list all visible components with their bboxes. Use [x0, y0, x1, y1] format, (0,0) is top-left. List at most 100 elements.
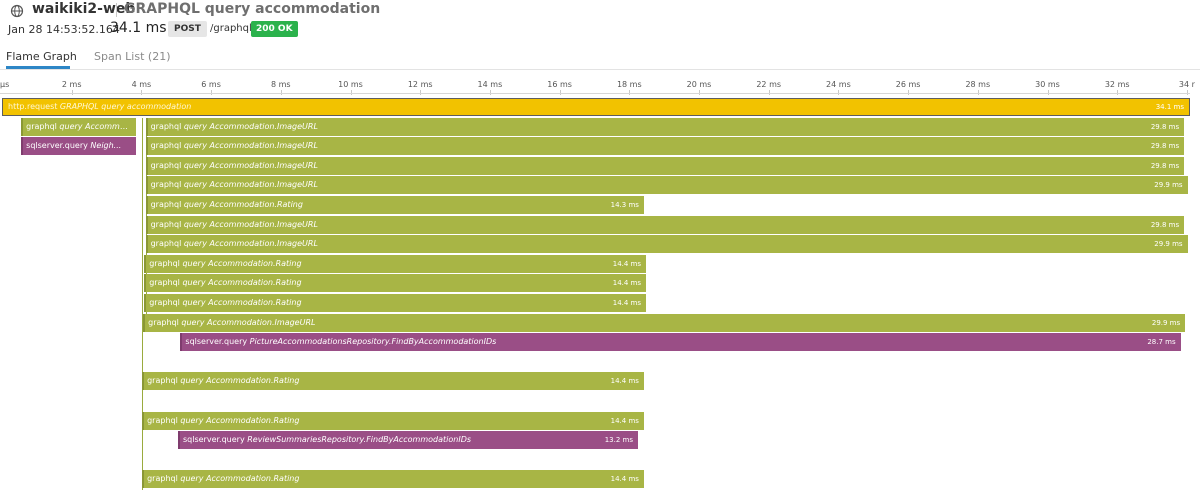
- sqlserver-span[interactable]: sqlserver.query Neigh...: [21, 137, 137, 156]
- span-edge: [177, 431, 180, 450]
- span-operation: graphql: [149, 278, 183, 288]
- service-name[interactable]: waikiki2-web: [32, 1, 135, 17]
- span-resource: ReviewSummariesRepository.FindByAccommod…: [247, 435, 472, 445]
- tab-span-list[interactable]: Span List (21): [94, 50, 170, 63]
- span-edge: [180, 333, 183, 352]
- axis-tick-label: 24 ms: [826, 80, 851, 89]
- span-resource: PictureAccommodationsRepository.FindByAc…: [249, 337, 497, 347]
- span-edge: [145, 117, 148, 136]
- axis-tick-label: 28 ms: [965, 80, 991, 89]
- span-label: graphql query Accommodation.Rating: [147, 412, 604, 430]
- graphql-span[interactable]: graphql query Accommodation.ImageURL 29.9…: [145, 235, 1188, 254]
- span-edge: [144, 254, 147, 273]
- span-edge: [145, 215, 148, 234]
- resource-name: GRAPHQL query accommodation: [124, 1, 381, 17]
- span-operation: graphql: [150, 239, 184, 249]
- axis-tick-label: 16 ms: [547, 80, 572, 89]
- span-label: graphql query Accommodation.Rating: [149, 294, 606, 312]
- span-duration: 14.4 ms: [612, 259, 642, 268]
- span-edge: [142, 411, 145, 430]
- sqlserver-span[interactable]: sqlserver.query PictureAccommodationsRep…: [180, 333, 1181, 352]
- span-label: graphql query Accommodation.Rating: [151, 196, 604, 214]
- axis-tick-label: 8 ms: [271, 80, 291, 89]
- span-operation: graphql: [147, 376, 181, 386]
- axis-tick-label: 18 ms: [616, 80, 642, 89]
- graphql-span[interactable]: graphql query Accommodation.ImageURL 29.8…: [145, 215, 1185, 234]
- span-operation: graphql: [150, 121, 184, 131]
- span-resource: query Accommodation.Rating: [183, 200, 303, 209]
- span-operation: graphql: [147, 415, 181, 425]
- graphql-span[interactable]: graphql query Accommodation.Rating 14.4 m…: [142, 470, 644, 489]
- span-label: graphql query Accommodation.ImageURL: [151, 216, 1145, 234]
- hierarchy-guide-line: [142, 117, 144, 490]
- span-resource: query Accommodation.Rating: [180, 474, 300, 484]
- span-edge: [144, 274, 147, 293]
- axis-tick-label: 34 r: [1178, 80, 1195, 89]
- span-label: graphql query Accommodation.ImageURL: [151, 235, 1148, 253]
- span-label: graphql query Accommodation.ImageURL: [151, 137, 1145, 155]
- span-operation: graphql: [150, 200, 184, 209]
- axis-tick-label: 14 ms: [477, 80, 503, 89]
- span-label: graphql query Accommodation.ImageURL: [151, 118, 1145, 136]
- span-duration: 34.1 ms: [1155, 103, 1184, 111]
- span-duration: 29.9 ms: [1154, 181, 1183, 190]
- graphql-span[interactable]: graphql query Accommodation.ImageURL 29.8…: [145, 117, 1185, 136]
- axis-tick-label: 2 ms: [61, 80, 82, 89]
- axis-tick-label: 32 ms: [1104, 80, 1130, 89]
- graphql-span[interactable]: graphql query Accommodation.Rating 14.4 m…: [144, 294, 647, 312]
- graphql-span[interactable]: graphql query Accommodation.Rating 14.4 m…: [142, 411, 644, 430]
- span-label: graphql query Accommodation.Rating: [147, 470, 604, 488]
- span-resource: query Accommodation.Rating: [180, 415, 300, 425]
- axis-tick-label: 12 ms: [407, 80, 433, 89]
- graphql-span[interactable]: graphql query Accommodation.Rating 14.3 m…: [145, 196, 644, 214]
- globe-icon: [10, 4, 24, 18]
- graphql-span[interactable]: graphql query Accommodation.ImageURL 29.8…: [145, 156, 1185, 175]
- graphql-span[interactable]: graphql query Accommodation.ImageURL 29.8…: [145, 137, 1185, 156]
- span-edge: [144, 294, 147, 312]
- sqlserver-span[interactable]: sqlserver.query ReviewSummariesRepositor…: [177, 431, 638, 450]
- time-axis-line: [0, 93, 1190, 94]
- span-operation: http.request: [8, 102, 60, 111]
- tab-flame-graph[interactable]: Flame Graph: [6, 50, 77, 63]
- graphql-span[interactable]: graphql query Accommodation.Rating 14.4 m…: [144, 274, 647, 293]
- span-resource: query Accommodation.Rating: [182, 278, 302, 288]
- span-edge: [145, 137, 148, 156]
- span-operation: graphql: [150, 219, 184, 229]
- http-method-badge: POST: [168, 21, 207, 37]
- span-operation: graphql: [149, 298, 183, 307]
- graphql-span[interactable]: graphql query Accommodation.ImageURL 29.9…: [143, 313, 1186, 332]
- span-label: graphql query Accommodation.ImageURL: [151, 157, 1145, 175]
- span-edge: [142, 470, 145, 489]
- graphql-span[interactable]: graphql query Accommo...: [21, 117, 137, 136]
- span-resource: query Accommodation.ImageURL: [181, 317, 316, 327]
- span-edge: [21, 137, 24, 156]
- span-operation: graphql: [150, 180, 184, 190]
- axis-tick-label: 30 ms: [1035, 80, 1060, 89]
- span-operation: sqlserver.query: [182, 435, 248, 445]
- span-label: sqlserver.query ReviewSummariesRepositor…: [183, 431, 598, 449]
- span-operation: graphql: [150, 141, 184, 151]
- span-label: graphql query Accommodation.Rating: [149, 255, 606, 273]
- span-label: graphql query Accommodation.Rating: [149, 274, 606, 292]
- span-duration: 14.4 ms: [610, 416, 639, 425]
- span-edge: [143, 313, 146, 332]
- graphql-span[interactable]: graphql query Accommodation.ImageURL 29.9…: [145, 176, 1188, 195]
- span-resource: query Accommodation.ImageURL: [183, 219, 318, 229]
- span-edge: [21, 117, 24, 136]
- span-resource: query Accommodation.ImageURL: [183, 239, 318, 249]
- axis-tick-label: 10 ms: [338, 80, 363, 89]
- axis-tick-label: µs: [0, 80, 10, 89]
- span-edge: [145, 235, 148, 254]
- span-resource: GRAPHQL query accommodation: [59, 102, 192, 111]
- span-duration: 13.2 ms: [604, 436, 633, 445]
- span-label: http.request GRAPHQL query accommodation: [8, 99, 1149, 115]
- span-operation: graphql: [149, 258, 183, 268]
- graphql-span[interactable]: graphql query Accommodation.Rating 14.4 m…: [142, 372, 644, 391]
- trace-duration: 34.1 ms: [110, 20, 167, 36]
- span-edge: [145, 156, 148, 175]
- graphql-span[interactable]: graphql query Accommodation.Rating 14.4 m…: [144, 254, 647, 273]
- axis-tick-label: 4 ms: [131, 80, 152, 89]
- span-label: graphql query Accommo...: [26, 118, 131, 136]
- time-axis: µs 2 ms 4 ms 6 ms 8 ms 10 ms 12 ms 14 ms 16 ms 18…: [0, 70, 1200, 95]
- http-span[interactable]: http.request GRAPHQL query accommodation…: [2, 98, 1190, 116]
